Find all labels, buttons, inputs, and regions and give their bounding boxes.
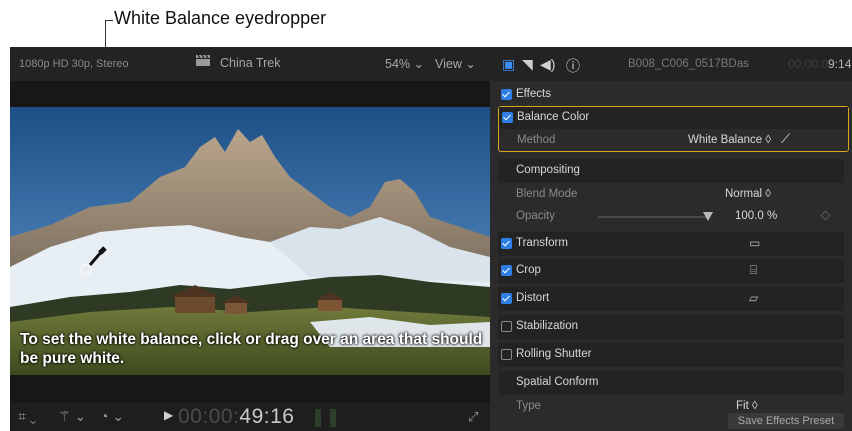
transform-label: Transform: [516, 237, 568, 249]
zoom-menu[interactable]: 54% ⌄: [385, 56, 424, 71]
method-row: Method White Balance ◊ ⟋: [499, 129, 848, 151]
viewer-timecode: 00:00:49:16: [178, 405, 294, 429]
speed-gauge-icon[interactable]: ◔ ⌄: [100, 408, 124, 425]
project-title: China Trek: [220, 56, 281, 70]
type-value[interactable]: Fit ◊: [736, 400, 758, 412]
crop-row[interactable]: Crop ⌸: [498, 259, 844, 283]
opacity-row: Opacity 100.0 %: [498, 205, 844, 229]
compositing-row[interactable]: Compositing: [498, 159, 844, 183]
balance-color-row[interactable]: Balance Color: [499, 107, 848, 129]
spatial-conform-row[interactable]: Spatial Conform: [498, 371, 844, 395]
crop-checkbox[interactable]: [501, 265, 512, 276]
callout-label: White Balance eyedropper: [114, 8, 327, 28]
opacity-label: Opacity: [516, 210, 555, 222]
crop-tool-icon[interactable]: ⌗ ⌄: [18, 408, 36, 425]
play-icon[interactable]: ▶: [164, 408, 173, 422]
opacity-slider-knob[interactable]: [703, 212, 713, 221]
blend-mode-row: Blend Mode Normal ◊: [498, 183, 844, 207]
eyedropper-icon[interactable]: ⟋: [781, 131, 790, 147]
inspector-panel: ▣ ◥ ◀) ⓘ B008_C006_0517BDas 00:00:09:14 …: [490, 47, 852, 431]
transform-checkbox[interactable]: [501, 238, 512, 249]
opacity-slider-fill: [598, 216, 708, 218]
opacity-value[interactable]: 100.0 %: [735, 210, 777, 222]
transform-onscreen-icon[interactable]: ▭: [749, 236, 760, 250]
clip-name: B008_C006_0517BDas: [628, 58, 749, 70]
effects-row[interactable]: Effects: [498, 83, 844, 107]
viewer-letterbox-bottom: [10, 375, 490, 403]
viewer: 1080p HD 30p, Stereo China Trek 54% ⌄ Vi…: [10, 47, 490, 431]
crop-onscreen-icon[interactable]: ⌸: [750, 263, 757, 278]
distort-checkbox[interactable]: [501, 293, 512, 304]
view-menu[interactable]: View ⌄: [435, 56, 476, 71]
distort-label: Distort: [516, 292, 550, 304]
inspector-header: ▣ ◥ ◀) ⓘ B008_C006_0517BDas 00:00:09:14: [490, 47, 852, 81]
inspector-timecode: 00:00:09:14: [788, 57, 851, 71]
fullscreen-icon[interactable]: ⤢: [468, 409, 478, 425]
blend-mode-label: Blend Mode: [516, 188, 578, 200]
audio-inspector-icon[interactable]: ◀): [540, 56, 555, 73]
stabilization-row[interactable]: Stabilization: [498, 315, 844, 339]
stabilization-label: Stabilization: [516, 320, 579, 332]
compositing-label: Compositing: [516, 164, 580, 176]
format-info: 1080p HD 30p, Stereo: [19, 58, 129, 70]
transform-row[interactable]: Transform ▭: [498, 232, 844, 256]
effects-label: Effects: [516, 88, 551, 100]
distort-onscreen-icon[interactable]: ▱: [749, 291, 758, 305]
opacity-slider[interactable]: [598, 212, 713, 221]
distort-row[interactable]: Distort ▱: [498, 287, 844, 311]
save-effects-preset-button[interactable]: Save Effects Preset: [728, 413, 844, 429]
crop-label: Crop: [516, 264, 541, 276]
rolling-shutter-row[interactable]: Rolling Shutter: [498, 343, 844, 367]
rolling-shutter-checkbox[interactable]: [501, 349, 512, 360]
viewer-timecode-dim: 00:00:: [178, 405, 240, 428]
method-value[interactable]: White Balance ◊: [688, 134, 771, 146]
rolling-shutter-label: Rolling Shutter: [516, 348, 592, 360]
balance-color-label: Balance Color: [517, 111, 590, 123]
callout-tick: [105, 20, 113, 21]
inspector-timecode-bright: 9:14: [828, 57, 852, 71]
audio-meter-left: [315, 409, 321, 427]
video-inspector-icon[interactable]: ▣: [502, 56, 515, 73]
inspector-timecode-dim: 00:00:0: [788, 57, 829, 71]
viewer-footer: ⌗ ⌄ ⚚ ⌄ ◔ ⌄ ▶ 00:00:49:16 ⤢: [10, 403, 490, 431]
viewer-header: 1080p HD 30p, Stereo China Trek 54% ⌄ Vi…: [10, 47, 490, 81]
keyframe-icon[interactable]: [820, 210, 831, 221]
blend-mode-value[interactable]: Normal ◊: [725, 188, 771, 200]
viewer-timecode-bright: 49:16: [239, 405, 295, 428]
enhance-wand-icon[interactable]: ⚚ ⌄: [58, 408, 86, 425]
instruction-caption: To set the white balance, click or drag …: [20, 331, 483, 367]
info-inspector-icon[interactable]: ⓘ: [566, 56, 580, 76]
method-label: Method: [517, 134, 556, 146]
balance-color-checkbox[interactable]: [502, 112, 513, 123]
type-label: Type: [516, 400, 541, 412]
clapperboard-icon: [196, 55, 210, 66]
viewer-letterbox-top: [10, 81, 490, 107]
stabilization-checkbox[interactable]: [501, 321, 512, 332]
effects-checkbox[interactable]: [501, 89, 512, 100]
spatial-conform-label: Spatial Conform: [516, 376, 599, 388]
audio-meter-right: [330, 409, 336, 427]
color-inspector-icon[interactable]: ◥: [522, 56, 533, 73]
